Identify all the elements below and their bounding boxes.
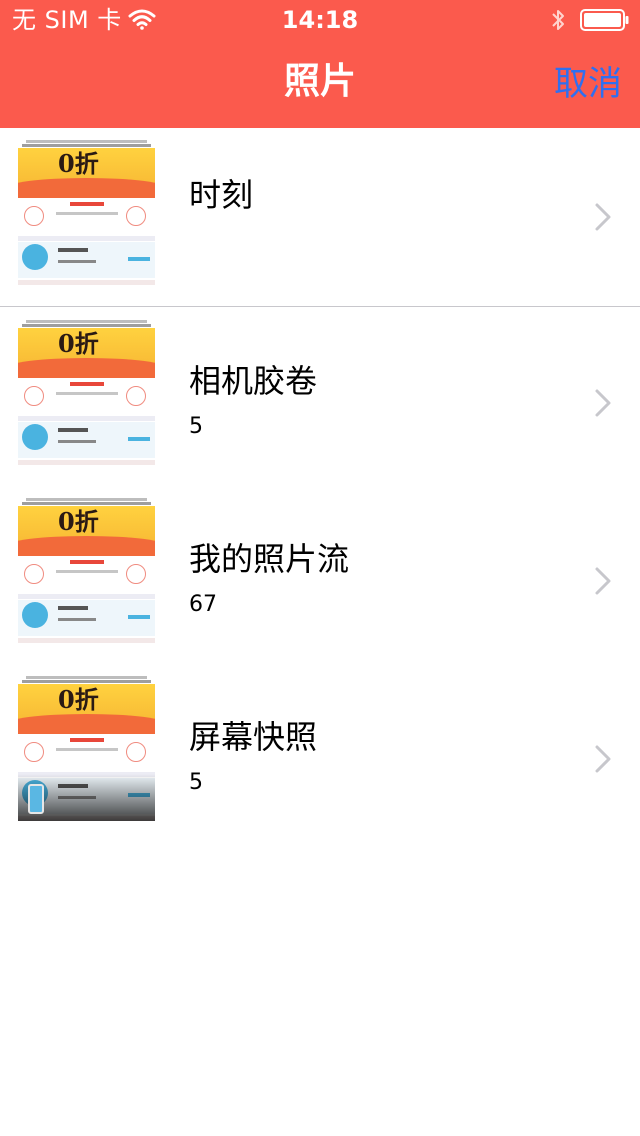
thumbnail-banner-text: 0折 [58, 507, 99, 536]
album-title: 屏幕快照 [189, 718, 318, 756]
bluetooth-icon [552, 10, 564, 30]
album-count: 67 [189, 592, 217, 617]
album-row-photo-stream[interactable]: 0折 我的照片流 67 [0, 486, 640, 664]
album-title: 相机胶卷 [189, 362, 318, 400]
thumbnail-banner-text: 0折 [58, 149, 99, 178]
album-thumbnail: 0折 [18, 140, 155, 285]
album-count: 5 [189, 414, 203, 439]
battery-icon [580, 9, 629, 31]
navigation-bar: 照片 取消 [0, 40, 640, 128]
app-header: 无 SIM 卡 14:18 照片 取消 [0, 0, 640, 128]
thumbnail-banner-text: 0折 [58, 685, 99, 714]
page-title: 照片 [283, 61, 356, 102]
cancel-button[interactable]: 取消 [554, 62, 622, 106]
thumbnail-banner-text: 0折 [58, 329, 99, 358]
phone-icon [28, 784, 44, 814]
status-bar: 无 SIM 卡 14:18 [0, 0, 640, 40]
album-title: 时刻 [189, 176, 254, 214]
row-divider [0, 306, 640, 307]
album-thumbnail: 0折 [18, 498, 155, 643]
album-thumbnail: 0折 [18, 320, 155, 465]
album-title: 我的照片流 [189, 540, 350, 578]
album-count: 5 [189, 770, 203, 795]
album-row-screenshots[interactable]: 0折 屏幕快照 5 [0, 664, 640, 842]
chevron-right-icon [595, 203, 611, 231]
chevron-right-icon [595, 745, 611, 773]
clock-time: 14:18 [281, 6, 359, 34]
album-thumbnail: 0折 [18, 676, 155, 821]
chevron-right-icon [595, 389, 611, 417]
chevron-right-icon [595, 567, 611, 595]
album-row-camera-roll[interactable]: 0折 相机胶卷 5 [0, 308, 640, 486]
album-row-moments[interactable]: 0折 时刻 [0, 128, 640, 306]
